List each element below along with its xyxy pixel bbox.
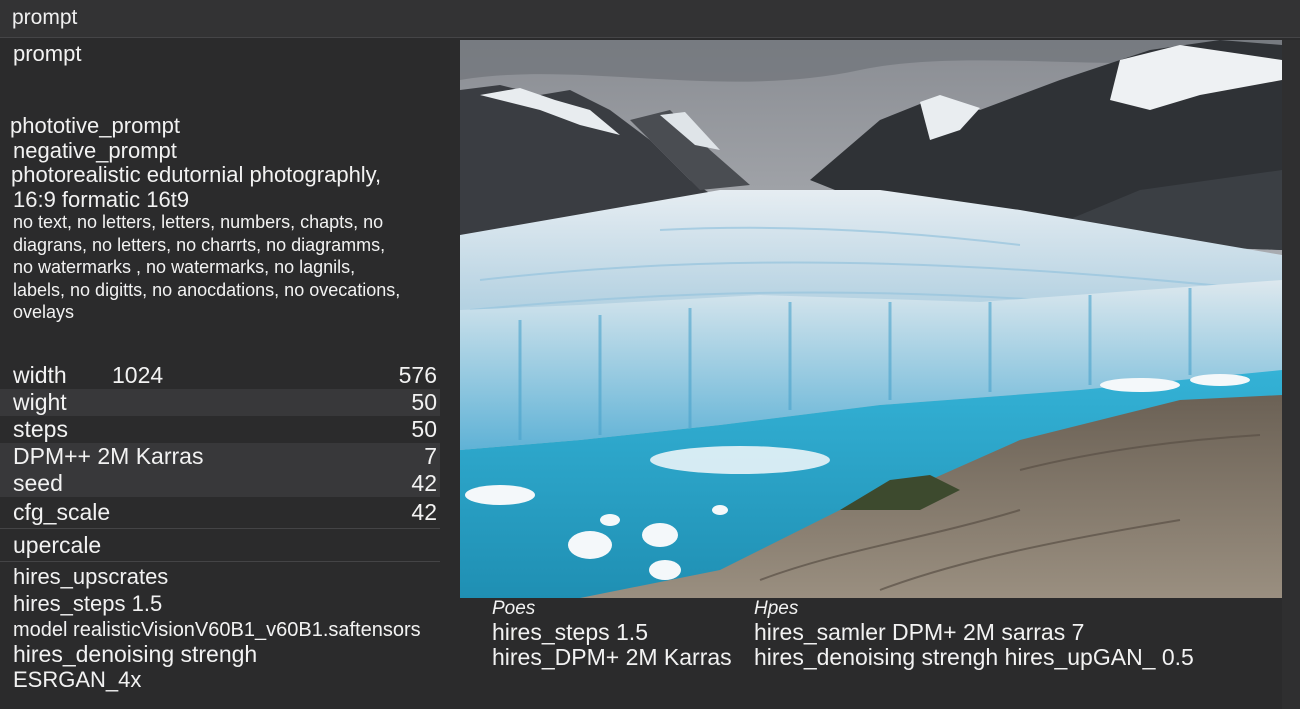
col2-hires-sampler: hires_samler DPM+ 2M sarras 7 [754,619,1085,645]
negative-prompt-label[interactable]: negative_prompt [13,138,177,164]
param-value: 42 [411,499,437,525]
generated-image-glacier[interactable] [460,40,1282,598]
param-value: 42 [411,470,437,496]
style-prompt-line1: photorealistic edutornial photographly, [11,162,382,187]
col1-hires-steps: hires_steps 1.5 [492,619,648,645]
param-row-wight[interactable]: wight 50 [0,389,440,416]
upscaler-field[interactable]: ESRGAN_4x [13,667,141,693]
col2-heading: Hpes [754,598,799,619]
negative-line: no text, no letters, letters, numbers, c… [13,212,384,232]
col1-hires-sampler: hires_DPM+ 2M Karras [492,644,732,670]
prompt-label: prompt [13,41,82,66]
param-value: 7 [424,443,437,469]
hires-steps-field[interactable]: hires_steps 1.5 [13,591,162,617]
param-key: DPM++ 2M Karras [13,443,204,469]
param-row-seed[interactable]: seed 42 [0,470,440,497]
param-key: steps [13,416,68,442]
divider [0,561,440,562]
positive-prompt-label[interactable]: phototive_prompt [10,113,180,139]
negative-line: no watermarks , no watermarks, no lagnil… [13,257,356,277]
settings-panel: prompt phototive_prompt negative_prompt … [0,39,452,709]
negative-line: diagrans, no letters, no charrts, no dia… [13,234,386,255]
hires-denoising-field[interactable]: hires_denoising strengh [13,641,257,668]
style-prompt-line2: 16:9 formatic 16t9 [13,187,190,212]
param-mid-value: 1024 [112,362,164,388]
param-value: 50 [411,416,437,442]
param-row-width[interactable]: width 1024 576 [0,362,440,389]
title-bar: prompt [0,0,1300,38]
param-key: cfg_scale [13,499,111,525]
scrollbar[interactable] [1282,40,1300,709]
param-key: wight [13,389,67,415]
negative-line: labels, no digitts, no anocdations, no o… [13,279,401,300]
upscale-label[interactable]: upercale [13,532,101,559]
param-row-sampler[interactable]: DPM++ 2M Karras 7 [0,443,440,470]
hires-upscale-field[interactable]: hires_upscrates [13,564,168,590]
model-field[interactable]: model realisticVisionV60B1_v60B1.saftens… [13,619,421,642]
param-row-cfg-scale[interactable]: cfg_scale 42 [0,499,440,526]
negative-line: ovelays [13,302,75,322]
col2-hires-denoising: hires_denoising strengh hires_upGAN_ 0.5 [754,644,1194,670]
col1-heading: Poes [492,598,536,619]
window-title: prompt [12,6,78,29]
hires-info-panel: Poes hires_steps 1.5 hires_DPM+ 2M Karra… [460,598,1282,709]
param-key: seed [13,470,63,496]
negative-prompt-text[interactable]: no text, no letters, letters, numbers, c… [13,211,443,324]
param-value: 576 [398,362,437,388]
divider [0,528,440,529]
param-value: 50 [411,389,437,415]
param-row-steps[interactable]: steps 50 [0,416,440,443]
param-key: width [13,362,67,388]
